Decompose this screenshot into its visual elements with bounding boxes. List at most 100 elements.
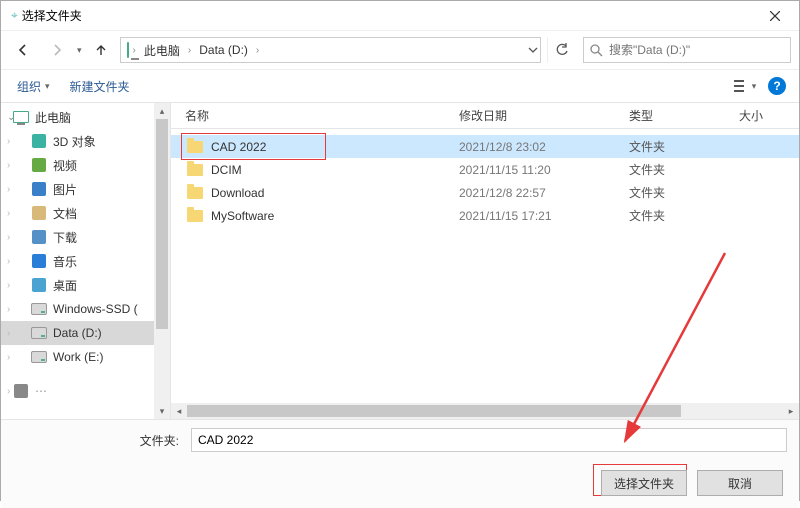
column-date[interactable]: 修改日期 — [459, 107, 629, 124]
sidebar-item-label: 图片 — [53, 181, 77, 198]
search-input[interactable] — [609, 43, 784, 57]
expand-icon[interactable]: › — [7, 256, 10, 267]
select-folder-button[interactable]: 选择文件夹 — [601, 470, 687, 496]
expand-icon[interactable]: › — [7, 136, 10, 147]
column-type[interactable]: 类型 — [629, 107, 739, 124]
table-row[interactable]: CAD 20222021/12/8 23:02文件夹 — [171, 135, 799, 158]
sidebar-item[interactable]: › 音乐 — [1, 249, 155, 273]
sidebar-item-label: 此电脑 — [35, 109, 71, 126]
file-name: CAD 2022 — [211, 140, 266, 154]
scrollbar-thumb[interactable] — [187, 405, 681, 417]
main-area: ⌄此电脑›3D 对象›视频›图片›文档›下载›音乐›桌面›Windows-SSD… — [1, 103, 799, 419]
column-size[interactable]: 大小 — [739, 107, 799, 124]
chevron-right-icon: › — [131, 45, 138, 56]
scroll-left-icon[interactable]: ◂ — [171, 403, 187, 419]
bottom-bar: 文件夹: 选择文件夹 取消 — [1, 419, 799, 508]
view-options-button[interactable]: ▾ — [731, 74, 759, 98]
close-button[interactable] — [753, 2, 797, 30]
file-type: 文件夹 — [629, 161, 739, 178]
new-folder-button[interactable]: 新建文件夹 — [62, 74, 138, 99]
folder-field-label: 文件夹: — [13, 432, 183, 449]
expand-icon[interactable]: › — [7, 304, 10, 315]
pc-icon — [13, 109, 29, 125]
drive-icon — [31, 301, 47, 317]
chevron-down-icon: ▾ — [45, 81, 50, 92]
sidebar-scrollbar[interactable]: ▴ ▾ — [154, 103, 170, 419]
sidebar-item[interactable]: ⌄此电脑 — [1, 105, 155, 129]
column-name[interactable]: 名称 — [185, 107, 459, 124]
expand-icon[interactable]: › — [7, 386, 10, 397]
table-row[interactable]: Download2021/12/8 22:57文件夹 — [171, 181, 799, 204]
sidebar-item-label: ⋯ — [35, 384, 47, 398]
sidebar-item[interactable]: ›Windows-SSD ( — [1, 297, 155, 321]
sidebar-item-label: 文档 — [53, 205, 77, 222]
arrow-left-icon — [16, 43, 30, 57]
expand-icon[interactable]: › — [7, 280, 10, 291]
view-icon — [734, 79, 750, 93]
picture-icon — [31, 181, 47, 197]
back-button[interactable] — [9, 36, 37, 64]
breadcrumb-root[interactable]: 此电脑 — [140, 39, 184, 61]
sidebar-item-label: 下载 — [53, 229, 77, 246]
window-title: 选择文件夹 — [18, 7, 753, 24]
sidebar-item[interactable]: ›桌面 — [1, 273, 155, 297]
address-bar[interactable]: › 此电脑 › Data (D:) › — [120, 37, 541, 63]
folder-icon — [187, 164, 203, 176]
location-icon — [127, 43, 129, 57]
cancel-button[interactable]: 取消 — [697, 470, 783, 496]
drive-icon — [31, 325, 47, 341]
folder-icon — [187, 141, 203, 153]
file-type: 文件夹 — [629, 207, 739, 224]
search-icon — [590, 44, 603, 57]
expand-icon[interactable]: › — [7, 352, 10, 363]
file-name: MySoftware — [211, 209, 274, 223]
forward-button[interactable] — [43, 36, 71, 64]
expand-icon[interactable]: › — [7, 160, 10, 171]
search-box[interactable] — [583, 37, 791, 63]
sidebar-item[interactable]: › 下载 — [1, 225, 155, 249]
download-icon — [31, 229, 47, 245]
expand-icon[interactable]: › — [7, 328, 10, 339]
sidebar-item[interactable]: ›3D 对象 — [1, 129, 155, 153]
organize-button[interactable]: 组织 ▾ — [9, 74, 58, 99]
arrow-up-icon — [94, 43, 108, 57]
sidebar-item[interactable]: ›⋯ — [1, 379, 155, 403]
file-type: 文件夹 — [629, 184, 739, 201]
address-dropdown[interactable] — [528, 45, 538, 55]
sidebar-item-label: Data (D:) — [53, 326, 102, 340]
sidebar-item-label: 音乐 — [53, 253, 77, 270]
breadcrumb-drive[interactable]: Data (D:) — [195, 39, 252, 61]
scroll-right-icon[interactable]: ▸ — [783, 403, 799, 419]
sidebar-item[interactable]: ›Work (E:) — [1, 345, 155, 369]
file-type: 文件夹 — [629, 138, 739, 155]
help-button[interactable]: ? — [763, 74, 791, 98]
up-button[interactable] — [88, 37, 114, 63]
horizontal-scrollbar[interactable]: ◂ ▸ — [171, 403, 799, 419]
scroll-down-icon[interactable]: ▾ — [154, 403, 170, 419]
new-folder-label: 新建文件夹 — [70, 78, 130, 95]
cube-icon — [31, 133, 47, 149]
table-row[interactable]: MySoftware2021/11/15 17:21文件夹 — [171, 204, 799, 227]
history-dropdown[interactable]: ▾ — [77, 45, 82, 56]
refresh-button[interactable] — [547, 37, 577, 63]
folder-name-input[interactable] — [191, 428, 787, 452]
arrow-right-icon — [50, 43, 64, 57]
column-headers: 名称 修改日期 类型 大小 — [171, 103, 799, 129]
scroll-up-icon[interactable]: ▴ — [154, 103, 170, 119]
sidebar-item[interactable]: › Data (D:) — [1, 321, 155, 345]
expand-icon[interactable]: › — [7, 232, 10, 243]
sidebar-item[interactable]: › 图片 — [1, 177, 155, 201]
sidebar-item[interactable]: ›视频 — [1, 153, 155, 177]
navbar: ▾ › 此电脑 › Data (D:) › — [1, 31, 799, 69]
file-date: 2021/11/15 11:20 — [459, 163, 629, 177]
cancel-label: 取消 — [728, 475, 752, 492]
music-icon — [31, 253, 47, 269]
network-icon — [13, 383, 29, 399]
table-row[interactable]: DCIM2021/11/15 11:20文件夹 — [171, 158, 799, 181]
expand-icon[interactable]: › — [7, 208, 10, 219]
sidebar-item[interactable]: › 文档 — [1, 201, 155, 225]
expand-icon[interactable]: › — [7, 184, 10, 195]
scrollbar-thumb[interactable] — [156, 119, 168, 329]
refresh-icon — [555, 43, 569, 57]
video-icon — [31, 157, 47, 173]
